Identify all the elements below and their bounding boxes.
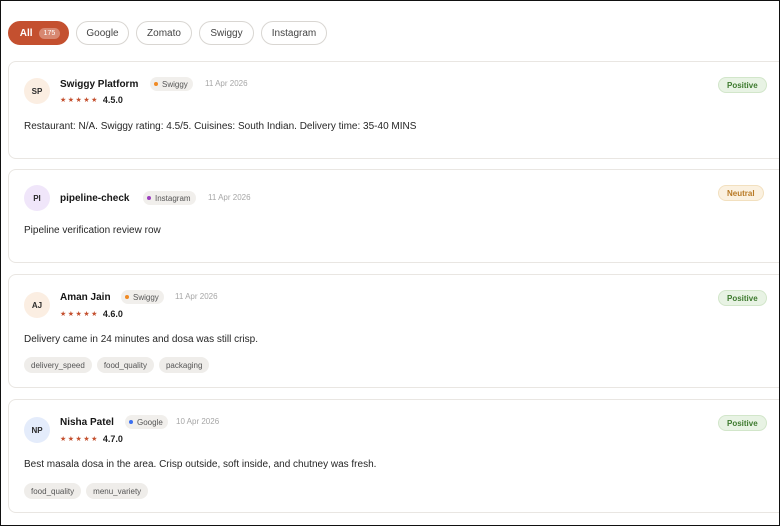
review-card[interactable]: AJ Aman Jain Swiggy 11 Apr 2026 ★★★★★ 4.… <box>8 274 779 388</box>
swiggy-dot-icon <box>125 295 129 299</box>
sentiment-badge: Positive <box>718 290 767 306</box>
rating-value: 4.7.0 <box>102 434 123 444</box>
avatar: SP <box>24 78 50 104</box>
filter-swiggy-button[interactable]: Swiggy <box>199 21 254 45</box>
sentiment-badge: Positive <box>718 77 767 93</box>
filter-all-count-badge: 175 <box>38 27 61 39</box>
rating: ★★★★★ 4.7.0 <box>60 434 123 444</box>
rating: ★★★★★ 4.5.0 <box>60 95 123 105</box>
filter-all-label: All <box>19 27 33 39</box>
source-badge-label: Swiggy <box>162 79 188 89</box>
review-text: Pipeline verification review row <box>24 225 161 236</box>
tag-chip: food_quality <box>96 357 154 373</box>
review-card[interactable]: SP Swiggy Platform Swiggy 11 Apr 2026 ★★… <box>8 61 779 159</box>
reviewer-name: Swiggy Platform <box>60 79 139 90</box>
source-badge: Swiggy <box>150 77 193 91</box>
reviewer-name: pipeline-check <box>60 193 130 204</box>
google-dot-icon <box>129 420 133 424</box>
review-date: 10 Apr 2026 <box>176 417 220 426</box>
reviewer-name: Nisha Patel <box>60 417 114 428</box>
star-rating-icon: ★★★★★ <box>60 97 99 104</box>
star-rating-icon: ★★★★★ <box>60 436 99 443</box>
review-card[interactable]: PI pipeline-check Instagram 11 Apr 2026 … <box>8 169 779 263</box>
instagram-dot-icon <box>147 196 151 200</box>
source-filter-bar: All 175 Google Zomato Swiggy Instagram <box>8 21 327 45</box>
avatar: AJ <box>24 292 50 318</box>
avatar: NP <box>24 417 50 443</box>
sentiment-badge: Neutral <box>718 185 764 201</box>
reviewer-name: Aman Jain <box>60 292 111 303</box>
avatar: PI <box>24 185 50 211</box>
tag-list: delivery_speed food_quality packaging <box>24 357 210 373</box>
source-badge-label: Swiggy <box>133 292 159 302</box>
tag-list: food_quality menu_variety <box>24 483 149 499</box>
tag-chip: food_quality <box>24 483 82 499</box>
tag-chip: delivery_speed <box>24 357 92 373</box>
reviews-panel: All 175 Google Zomato Swiggy Instagram S… <box>0 0 780 526</box>
review-card[interactable]: NP Nisha Patel Google 10 Apr 2026 ★★★★★ … <box>8 399 779 513</box>
filter-swiggy-label: Swiggy <box>210 27 243 39</box>
tag-chip: menu_variety <box>86 483 149 499</box>
rating-value: 4.6.0 <box>102 309 123 319</box>
review-text: Best masala dosa in the area. Crisp outs… <box>24 459 377 470</box>
star-rating-icon: ★★★★★ <box>60 311 99 318</box>
source-badge: Instagram <box>143 191 196 205</box>
source-badge: Swiggy <box>121 290 164 304</box>
source-badge-label: Instagram <box>155 193 191 203</box>
filter-google-button[interactable]: Google <box>76 21 129 45</box>
source-badge: Google <box>125 415 168 429</box>
filter-all-button[interactable]: All 175 <box>8 21 69 45</box>
filter-instagram-button[interactable]: Instagram <box>261 21 327 45</box>
review-date: 11 Apr 2026 <box>208 193 251 202</box>
filter-zomato-label: Zomato <box>147 27 181 39</box>
review-date: 11 Apr 2026 <box>205 79 248 88</box>
review-text: Restaurant: N/A. Swiggy rating: 4.5/5. C… <box>24 121 417 132</box>
review-date: 11 Apr 2026 <box>175 292 218 301</box>
swiggy-dot-icon <box>154 82 158 86</box>
tag-chip: packaging <box>158 357 210 373</box>
filter-zomato-button[interactable]: Zomato <box>136 21 192 45</box>
filter-instagram-label: Instagram <box>271 27 317 39</box>
rating-value: 4.5.0 <box>102 95 123 105</box>
review-text: Delivery came in 24 minutes and dosa was… <box>24 334 258 345</box>
rating: ★★★★★ 4.6.0 <box>60 309 123 319</box>
filter-google-label: Google <box>86 27 119 39</box>
source-badge-label: Google <box>137 417 163 427</box>
sentiment-badge: Positive <box>718 415 767 431</box>
